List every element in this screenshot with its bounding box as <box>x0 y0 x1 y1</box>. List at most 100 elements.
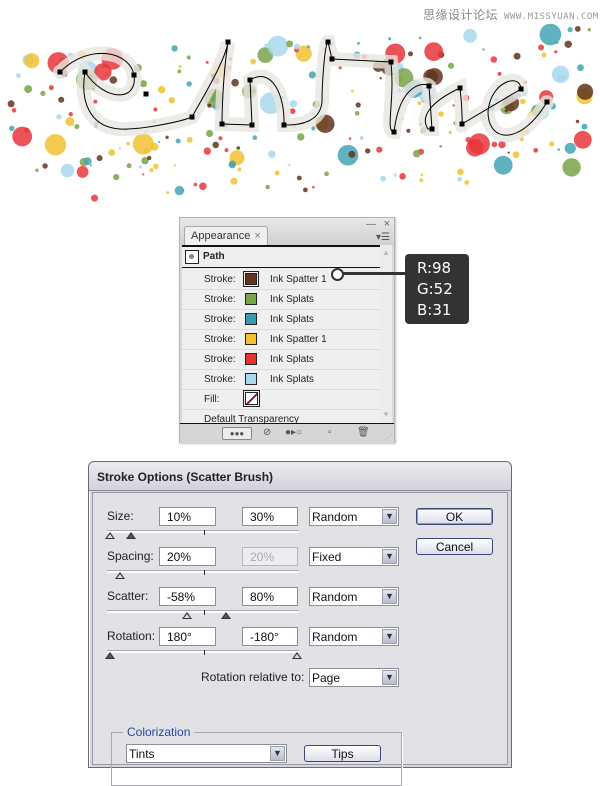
brush-name[interactable]: Ink Spatter 1 <box>270 274 327 285</box>
chevron-down-icon[interactable]: ▼ <box>270 746 285 761</box>
resize-grip-icon[interactable]: ⋰ <box>385 433 392 441</box>
duplicate-item-icon[interactable]: ▫ <box>328 427 332 439</box>
chevron-down-icon[interactable]: ▼ <box>382 670 397 685</box>
scatter-slider-track[interactable] <box>107 610 299 613</box>
ink-splat <box>564 142 576 154</box>
scatter-mode-value: Random <box>312 590 358 604</box>
scatter-mode-select[interactable]: Random ▼ <box>309 587 399 606</box>
cancel-button[interactable]: Cancel <box>416 538 493 555</box>
chevron-down-icon[interactable]: ▼ <box>382 629 397 644</box>
panel-titlebar: Appearance × — × ▾☰ <box>180 218 394 247</box>
close-icon[interactable]: × <box>384 218 390 230</box>
ink-splat <box>265 184 271 190</box>
ok-button[interactable]: OK <box>416 508 493 525</box>
stroke-row[interactable]: Stroke: Ink Splats <box>182 369 380 390</box>
spacing-mode-select[interactable]: Fixed ▼ <box>309 547 399 566</box>
brush-name[interactable]: Ink Splats <box>270 294 314 305</box>
panel-menu-icon[interactable]: ▾☰ <box>376 232 390 243</box>
ink-splat <box>218 136 223 141</box>
rotation-relative-label: Rotation relative to: <box>201 670 305 684</box>
tips-button[interactable]: Tips <box>304 745 381 762</box>
scatter-min-input[interactable]: -58% <box>159 587 216 606</box>
size-min-input[interactable]: 10% <box>159 507 216 526</box>
ink-splat <box>357 41 360 45</box>
brush-name[interactable]: Ink Splats <box>270 354 314 365</box>
scroll-up-icon[interactable]: ▲ <box>380 247 392 259</box>
rotation-min-input[interactable]: 180° <box>159 627 216 646</box>
chevron-down-icon[interactable]: ▼ <box>382 549 397 564</box>
scatter-max-handle[interactable] <box>221 612 231 619</box>
ink-splat <box>297 133 305 141</box>
size-max-input[interactable]: 30% <box>242 507 298 526</box>
callout-dot <box>331 268 344 281</box>
fill-row[interactable]: Fill: <box>182 389 380 410</box>
ink-splat <box>150 142 159 151</box>
reduce-to-basic-icon[interactable]: ●▸○ <box>285 427 302 439</box>
ink-splat <box>574 26 581 32</box>
ink-splat <box>24 85 33 94</box>
clear-appearance-icon[interactable]: ⊘ <box>263 427 271 439</box>
stroke-swatch[interactable] <box>245 313 257 325</box>
stroke-row[interactable]: Stroke: Ink Splats <box>182 289 380 310</box>
rotation-min-handle[interactable] <box>105 652 115 659</box>
size-label: Size: <box>107 509 134 523</box>
ink-splat <box>438 111 444 117</box>
scatter-max-input[interactable]: 80% <box>242 587 298 606</box>
spacing-min-input[interactable]: 20% <box>159 547 216 566</box>
ink-splat <box>48 85 54 91</box>
size-min-handle[interactable] <box>105 532 115 539</box>
brush-name[interactable]: Ink Splats <box>270 314 314 325</box>
path-thumbnail-icon <box>185 250 199 264</box>
ink-splat <box>153 107 158 112</box>
anchor-point <box>426 83 432 89</box>
path-header-row[interactable]: Path <box>182 247 380 268</box>
rotation-mode-select[interactable]: Random ▼ <box>309 627 399 646</box>
minimize-icon[interactable]: — <box>366 219 376 230</box>
add-effect-icon[interactable]: ●●● <box>222 427 252 440</box>
ink-splat <box>174 185 185 196</box>
ink-splat <box>138 165 142 169</box>
stroke-label: Stroke: <box>204 294 236 305</box>
ink-splat <box>166 191 170 195</box>
ink-splat <box>359 136 364 140</box>
anchor-point <box>459 121 465 127</box>
spacing-handle[interactable] <box>115 572 125 579</box>
stroke-swatch[interactable] <box>243 271 259 287</box>
fill-none-swatch[interactable] <box>243 390 260 407</box>
stroke-swatch[interactable] <box>245 353 257 365</box>
scroll-down-icon[interactable]: ▼ <box>380 409 392 421</box>
stroke-row[interactable]: Stroke: Ink Spatter 1 <box>182 329 380 350</box>
colorization-select[interactable]: Tints ▼ <box>126 744 287 763</box>
scatter-min-handle[interactable] <box>182 612 192 619</box>
stroke-label: Stroke: <box>204 354 236 365</box>
ink-splat <box>9 125 15 131</box>
chevron-down-icon[interactable]: ▼ <box>382 509 397 524</box>
stroke-row[interactable]: Stroke: Ink Splats <box>182 309 380 330</box>
anchor-point <box>131 72 137 78</box>
brush-name[interactable]: Ink Splats <box>270 374 314 385</box>
rotation-max-input[interactable]: -180° <box>242 627 298 646</box>
rotation-relative-select[interactable]: Page ▼ <box>309 668 399 687</box>
tab-close-icon[interactable]: × <box>254 230 260 242</box>
ink-splat <box>439 145 443 148</box>
rotation-max-handle[interactable] <box>292 652 302 659</box>
delete-icon[interactable]: 🗑 <box>357 427 370 439</box>
spacing-slider-track[interactable] <box>107 570 299 573</box>
ink-splat <box>231 78 239 87</box>
rotation-slider-track[interactable] <box>107 650 299 653</box>
anchor-point <box>249 122 255 128</box>
ink-splat <box>564 40 572 48</box>
scatter-label: Scatter: <box>107 589 149 603</box>
ink-splat <box>149 168 154 173</box>
stroke-row[interactable]: Stroke: Ink Splats <box>182 349 380 370</box>
chevron-down-icon[interactable]: ▼ <box>382 589 397 604</box>
ink-splat <box>288 163 291 167</box>
stroke-swatch[interactable] <box>245 373 257 385</box>
size-mode-select[interactable]: Random ▼ <box>309 507 399 526</box>
stroke-swatch[interactable] <box>245 293 257 305</box>
brush-name[interactable]: Ink Spatter 1 <box>270 334 327 345</box>
ink-splat <box>44 134 67 156</box>
stroke-swatch[interactable] <box>245 333 257 345</box>
size-max-handle[interactable] <box>126 532 136 539</box>
tab-appearance[interactable]: Appearance × <box>184 226 268 247</box>
